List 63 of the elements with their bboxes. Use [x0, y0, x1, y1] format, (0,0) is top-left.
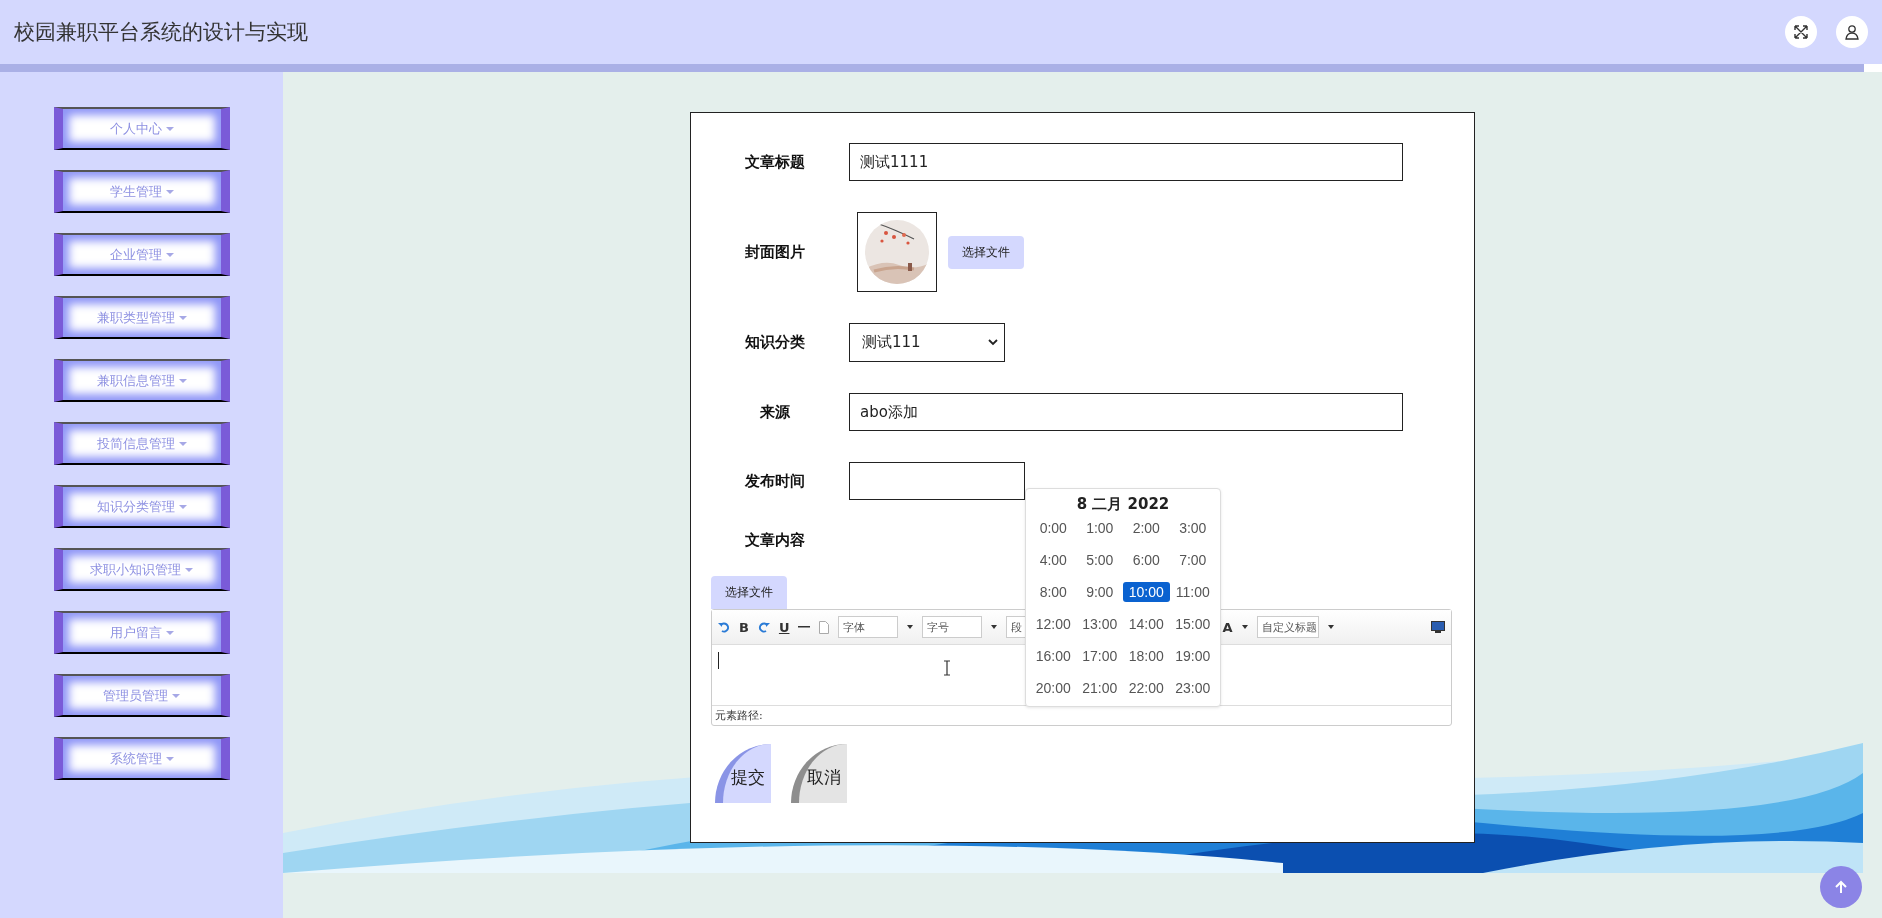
font-color-tool[interactable]: A: [1222, 619, 1233, 635]
hour-option[interactable]: 2:00: [1123, 518, 1170, 538]
category-select[interactable]: 测试111: [849, 323, 1005, 362]
hour-option[interactable]: 9:00: [1076, 582, 1123, 602]
hour-option[interactable]: 6:00: [1123, 550, 1170, 570]
back-to-top-button[interactable]: [1820, 866, 1862, 908]
text-field[interactable]: abo添加: [849, 393, 1403, 431]
hour-option[interactable]: 0:00: [1030, 518, 1077, 538]
text-field[interactable]: 测试1111: [849, 143, 1403, 181]
field-label: 发布时间: [744, 471, 806, 491]
field-label: 来源: [759, 402, 791, 422]
picker-heading: 8 二月 2022: [1075, 495, 1171, 514]
hour-option[interactable]: 1:00: [1076, 518, 1123, 538]
bold-tool[interactable]: B: [739, 619, 749, 635]
field-label: 文章内容: [744, 531, 806, 550]
redo-icon[interactable]: [757, 621, 770, 633]
hour-option[interactable]: 8:00: [1030, 582, 1077, 602]
fullscreen-icon[interactable]: [1785, 16, 1817, 48]
user-icon[interactable]: [1836, 16, 1868, 48]
hour-option[interactable]: 18:00: [1123, 646, 1170, 666]
submit-button[interactable]: 提交: [715, 744, 771, 803]
arrow-up-icon: [1833, 879, 1849, 895]
hour-option[interactable]: 13:00: [1076, 614, 1123, 634]
hour-option[interactable]: 10:00: [1123, 582, 1170, 602]
hour-option[interactable]: 3:00: [1169, 518, 1216, 538]
field-label: 封面图片: [744, 242, 806, 262]
hour-option[interactable]: 4:00: [1030, 550, 1077, 570]
caret-icon[interactable]: [1241, 625, 1248, 629]
toolbar-select[interactable]: 段: [1006, 616, 1027, 638]
monitor-icon[interactable]: [1431, 621, 1445, 633]
hour-option[interactable]: 5:00: [1076, 550, 1123, 570]
app-title: 校园兼职平台系统的设计与实现: [14, 19, 309, 46]
toolbar-select[interactable]: 字体: [838, 616, 899, 638]
field-label: 文章标题: [744, 152, 806, 172]
caret-icon[interactable]: [907, 625, 914, 629]
cancel-button[interactable]: 取消: [791, 744, 847, 803]
caret-icon[interactable]: [991, 625, 998, 629]
hour-option[interactable]: 11:00: [1169, 582, 1216, 602]
horizontal-rule-icon[interactable]: [798, 625, 811, 629]
hour-option[interactable]: 15:00: [1169, 614, 1216, 634]
hour-option[interactable]: 14:00: [1123, 614, 1170, 634]
toolbar-select[interactable]: 字号: [922, 616, 983, 638]
hour-option[interactable]: 12:00: [1030, 614, 1077, 634]
toolbar-select[interactable]: 自定义标题: [1256, 616, 1319, 638]
text-cursor-icon: [943, 660, 951, 676]
file-button[interactable]: 选择文件: [948, 235, 1024, 269]
hour-option[interactable]: 23:00: [1169, 678, 1216, 698]
hour-option[interactable]: 22:00: [1123, 678, 1170, 698]
undo-icon[interactable]: [718, 621, 730, 633]
field-label: 知识分类: [744, 333, 806, 352]
underline-tool[interactable]: U: [778, 619, 790, 635]
chevron-icon: [988, 339, 998, 346]
file-button[interactable]: 选择文件: [711, 576, 787, 609]
hour-option[interactable]: 7:00: [1169, 550, 1216, 570]
date-field[interactable]: [849, 462, 1025, 500]
caret-icon[interactable]: [1327, 625, 1334, 629]
hour-option[interactable]: 19:00: [1169, 646, 1216, 666]
hour-option[interactable]: 20:00: [1030, 678, 1077, 698]
hour-option[interactable]: 21:00: [1076, 678, 1123, 698]
hour-option[interactable]: 17:00: [1076, 646, 1123, 666]
status-text: 元素路径:: [714, 708, 764, 724]
hour-option[interactable]: 16:00: [1030, 646, 1077, 666]
text-cursor: [718, 652, 719, 669]
